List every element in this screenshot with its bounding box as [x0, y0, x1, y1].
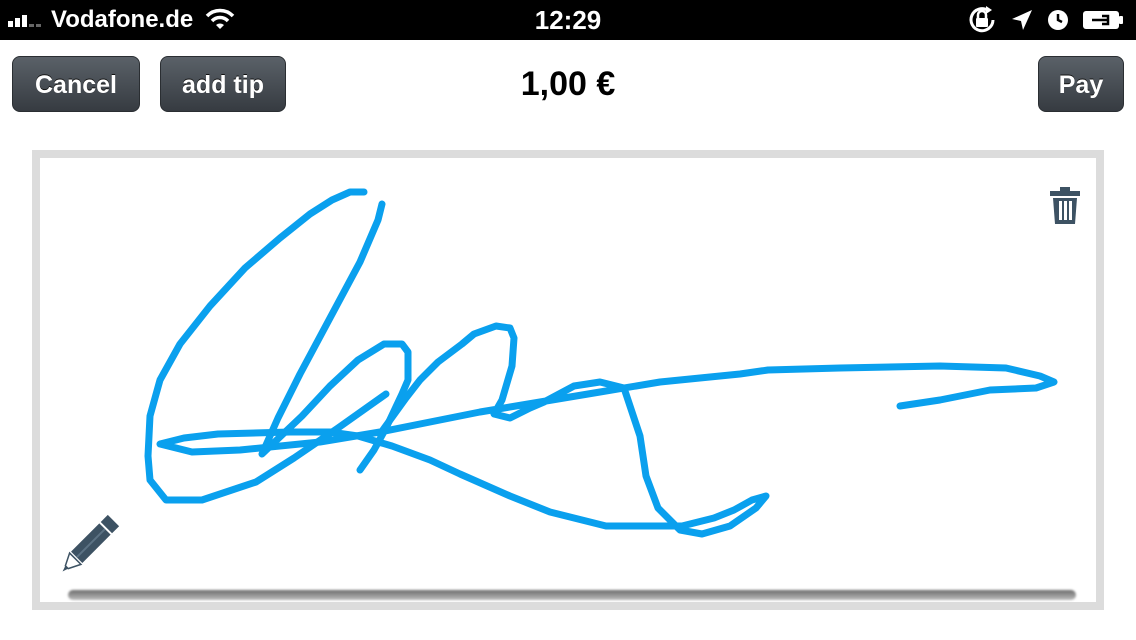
trash-icon[interactable] — [1048, 186, 1082, 226]
cancel-button[interactable]: Cancel — [12, 56, 140, 112]
location-icon — [1012, 10, 1032, 30]
signal-icon — [8, 13, 43, 27]
wifi-icon — [205, 8, 235, 29]
pencil-icon — [62, 514, 120, 572]
alarm-icon — [1048, 10, 1068, 30]
carrier-name: Vodafone.de — [51, 6, 194, 33]
status-left: Vodafone.de — [8, 0, 235, 40]
signature-frame — [32, 150, 1104, 610]
battery-charging-icon — [1083, 11, 1123, 29]
signature-stroke — [144, 188, 1058, 538]
status-right — [954, 0, 1124, 40]
pay-button[interactable]: Pay — [1038, 56, 1124, 112]
status-bar: Vodafone.de 12:29 — [0, 0, 1136, 40]
add-tip-button[interactable]: add tip — [160, 56, 286, 112]
signature-pad[interactable] — [40, 158, 1096, 602]
toolbar: Cancel add tip 1,00 € Pay — [0, 40, 1136, 136]
signature-baseline — [68, 590, 1076, 600]
rotation-lock-icon — [969, 6, 995, 33]
